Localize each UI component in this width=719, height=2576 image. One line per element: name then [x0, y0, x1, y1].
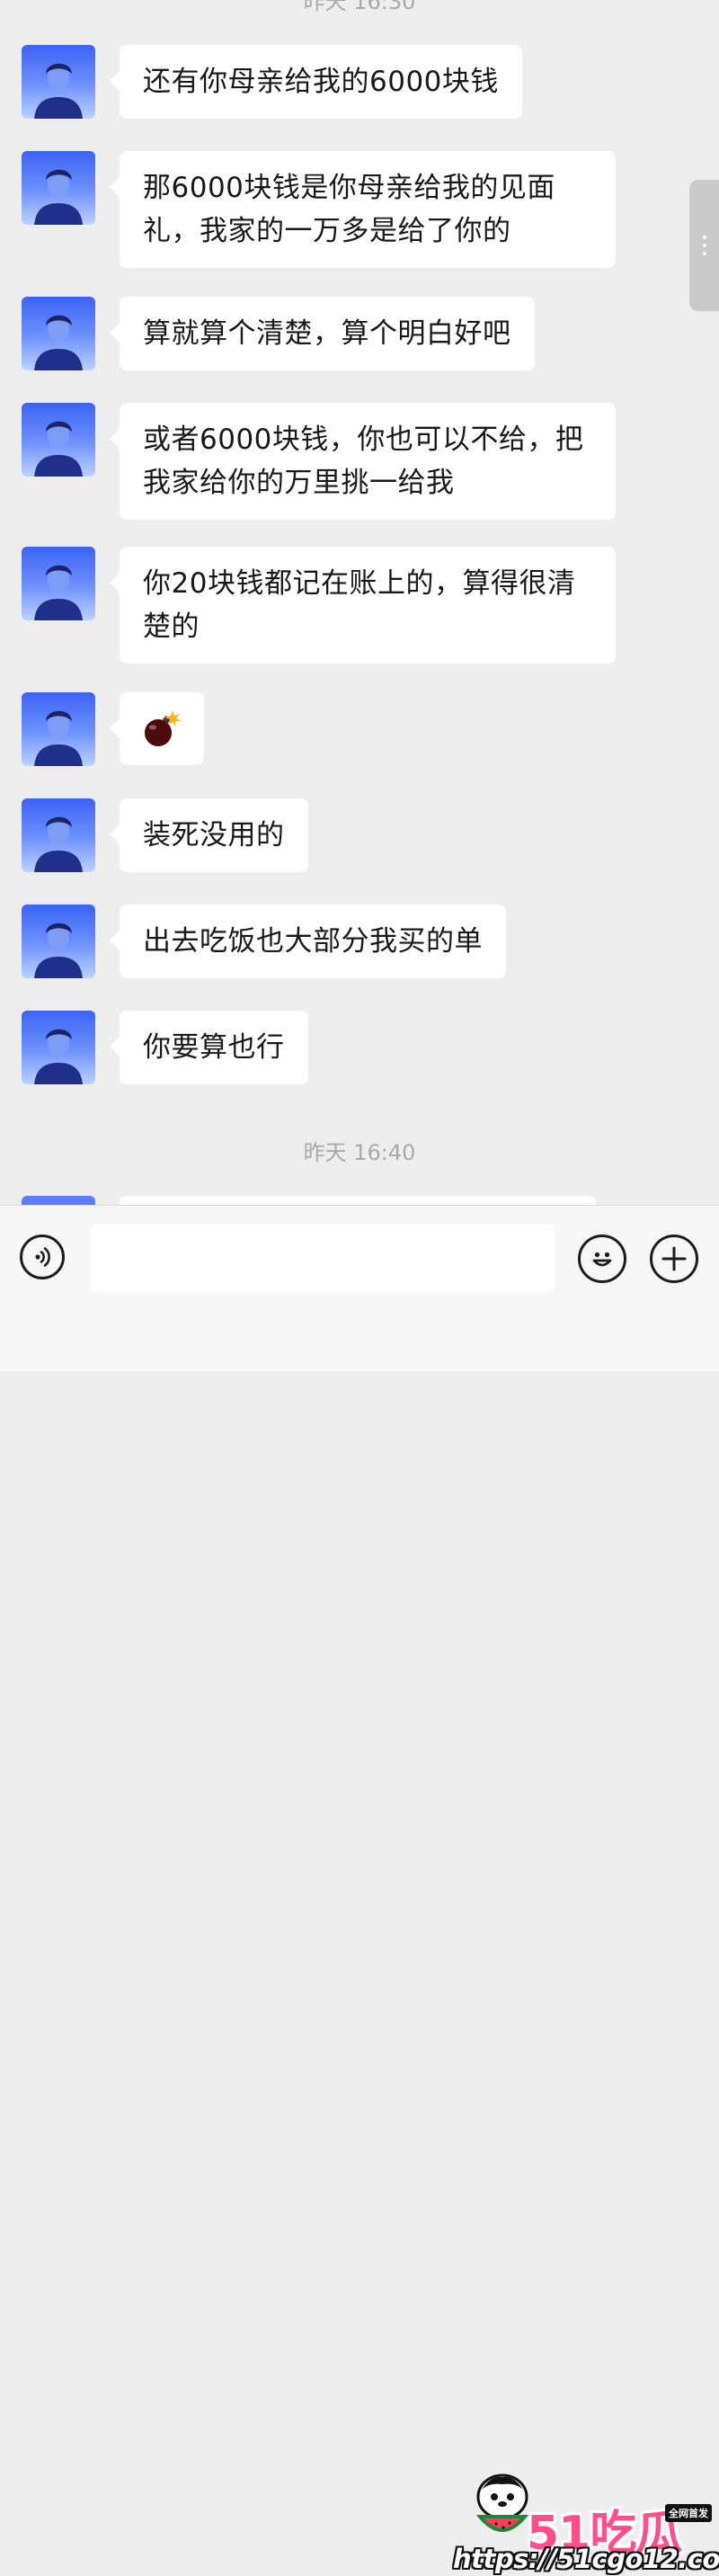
avatar-partial[interactable] — [22, 1196, 95, 1205]
message-bubble[interactable]: 你要算也行 — [110, 1011, 308, 1084]
more-button[interactable] — [650, 1235, 698, 1283]
message-row: 还有你母亲给我的6000块钱 — [22, 45, 522, 119]
avatar[interactable] — [22, 403, 95, 477]
message-row: 或者6000块钱，你也可以不给，把我家给你的万里挑一给我 — [22, 403, 616, 520]
avatar[interactable] — [22, 45, 95, 119]
side-drawer-handle[interactable] — [689, 180, 719, 311]
emoji-button[interactable] — [578, 1235, 626, 1283]
smiley-icon — [592, 1252, 612, 1267]
watermelon-mascot-logo — [475, 2473, 529, 2532]
message-row — [22, 692, 204, 766]
message-row: 那6000块钱是你母亲给我的见面礼，我家的一万多是给了你的 — [22, 151, 616, 268]
bomb-emoji-icon — [145, 710, 182, 746]
avatar[interactable] — [22, 905, 95, 978]
message-row: 你20块钱都记在账上的，算得很清楚的 — [22, 547, 616, 664]
message-bubble[interactable]: 那6000块钱是你母亲给我的见面礼，我家的一万多是给了你的 — [110, 151, 616, 268]
avatar[interactable] — [22, 297, 95, 370]
avatar[interactable] — [22, 692, 95, 766]
message-bubble[interactable]: 出去吃饭也大部分我买的单 — [110, 905, 506, 978]
emoji-bubble[interactable] — [110, 692, 204, 765]
message-bubble-partial[interactable] — [120, 1196, 596, 1205]
message-bubble[interactable]: 算就算个清楚，算个明白好吧 — [110, 297, 535, 370]
message-row: 出去吃饭也大部分我买的单 — [22, 905, 506, 978]
watermark: 51吃瓜 全网首发 https://51cgo12.com — [449, 2468, 719, 2576]
avatar[interactable] — [22, 798, 95, 872]
message-bubble[interactable]: 装死没用的 — [110, 798, 308, 872]
plus-icon — [661, 1246, 687, 1271]
voice-button[interactable] — [20, 1235, 65, 1279]
avatar[interactable] — [22, 547, 95, 620]
watermark-badge: 全网首发 — [665, 2504, 712, 2522]
input-toolbar: 51吃瓜 全网首发 https://51cgo12.com — [0, 1205, 719, 2574]
message-row: 装死没用的 — [22, 798, 308, 872]
timestamp-divider: 昨天 16:40 — [303, 1140, 416, 1165]
watermark-url: https://51cgo12.com — [453, 2544, 719, 2574]
message-input[interactable] — [90, 1224, 555, 1292]
handle-dot — [702, 252, 706, 255]
message-bubble[interactable]: 或者6000块钱，你也可以不给，把我家给你的万里挑一给我 — [110, 403, 616, 520]
message-row: 你要算也行 — [22, 1011, 308, 1084]
handle-dot — [702, 244, 706, 247]
message-bubble[interactable]: 你20块钱都记在账上的，算得很清楚的 — [110, 547, 616, 664]
handle-dot — [702, 236, 706, 239]
chat-area[interactable]: 昨天 16:30 还有你母亲给我的6000块钱 那6000块钱是你母亲给我的见面… — [0, 0, 719, 1205]
voice-icon — [35, 1247, 50, 1267]
avatar[interactable] — [22, 151, 95, 225]
avatar[interactable] — [22, 1011, 95, 1084]
timestamp-top: 昨天 16:30 — [303, 0, 416, 14]
message-bubble[interactable]: 还有你母亲给我的6000块钱 — [110, 45, 522, 119]
message-row: 算就算个清楚，算个明白好吧 — [22, 297, 535, 370]
